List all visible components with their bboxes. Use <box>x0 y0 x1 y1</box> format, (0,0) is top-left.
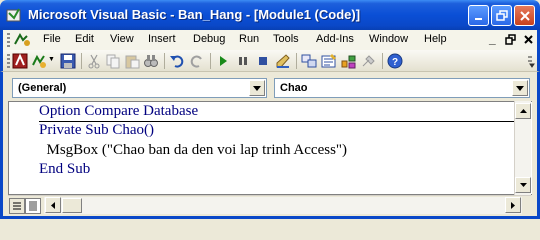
copy-icon[interactable] <box>105 53 121 69</box>
code-line[interactable]: MsgBox ("Chao ban da den voi lap trinh A… <box>39 142 348 159</box>
procedure-combo-dropdown-button[interactable] <box>512 80 528 96</box>
toolbar-separator <box>382 53 383 69</box>
menu-run[interactable]: Run <box>239 33 259 45</box>
code-bottom-bar <box>8 195 531 214</box>
break-icon[interactable] <box>235 53 251 69</box>
close-icon <box>519 10 530 21</box>
code-line[interactable]: End Sub <box>39 161 90 178</box>
menu-grip[interactable] <box>7 33 10 47</box>
run-icon[interactable] <box>215 53 231 69</box>
reset-icon[interactable] <box>255 53 271 69</box>
horizontal-scrollbar[interactable] <box>44 197 522 214</box>
full-module-view-icon <box>29 201 37 211</box>
chevron-down-icon <box>519 183 527 187</box>
object-combo-dropdown-button[interactable] <box>249 80 265 96</box>
toolbar-options-icon[interactable] <box>524 53 540 69</box>
design-mode-icon[interactable] <box>275 53 291 69</box>
minimize-icon <box>474 17 482 20</box>
vba-project-icon[interactable] <box>13 32 31 48</box>
mdi-restore-button[interactable] <box>505 34 517 46</box>
window-title: Microsoft Visual Basic - Ban_Hang - [Mod… <box>28 7 361 22</box>
help-icon[interactable]: ? <box>387 53 403 69</box>
window-border-bottom <box>0 216 540 219</box>
toolbox-icon[interactable] <box>361 53 377 69</box>
object-browser-icon[interactable] <box>341 53 357 69</box>
minimize-button[interactable] <box>468 5 489 26</box>
procedure-view-button[interactable] <box>9 198 25 214</box>
menu-add-ins[interactable]: Add-Ins <box>316 33 354 45</box>
scroll-left-button[interactable] <box>45 197 61 213</box>
menu-tools[interactable]: Tools <box>273 33 299 45</box>
procedure-combo[interactable]: Chao <box>274 78 530 98</box>
object-combo-value: (General) <box>18 82 67 94</box>
maximize-button[interactable] <box>491 5 512 26</box>
menu-bar: File Edit View Insert Debug Run Tools Ad… <box>0 30 540 50</box>
chevron-down-icon <box>516 85 524 91</box>
vb-app-icon <box>6 8 21 22</box>
toolbar-separator <box>210 53 211 69</box>
close-button[interactable] <box>514 5 535 26</box>
find-icon[interactable] <box>143 53 159 69</box>
scroll-up-button[interactable] <box>515 103 531 119</box>
save-icon[interactable] <box>60 53 76 69</box>
standard-toolbar: ▼ ? <box>0 50 540 72</box>
vertical-scrollbar[interactable] <box>514 101 531 195</box>
title-bar[interactable]: Microsoft Visual Basic - Ban_Hang - [Mod… <box>0 0 540 30</box>
properties-icon[interactable] <box>321 53 337 69</box>
full-module-view-button[interactable] <box>25 198 41 214</box>
menu-edit[interactable]: Edit <box>75 33 94 45</box>
restore-icon <box>495 9 508 21</box>
paste-icon[interactable] <box>124 53 140 69</box>
horizontal-scroll-thumb[interactable] <box>62 198 82 213</box>
insert-module-icon[interactable] <box>31 53 47 69</box>
menu-help[interactable]: Help <box>424 33 447 45</box>
redo-icon[interactable] <box>189 53 205 69</box>
object-combo[interactable]: (General) <box>12 78 267 98</box>
menu-file[interactable]: File <box>43 33 61 45</box>
procedure-view-icon <box>13 202 21 210</box>
svg-text:?: ? <box>392 57 398 68</box>
chevron-left-icon <box>51 201 55 209</box>
menu-view[interactable]: View <box>110 33 134 45</box>
undo-icon[interactable] <box>169 53 185 69</box>
window-border-left <box>0 72 3 219</box>
chevron-right-icon <box>511 201 515 209</box>
scroll-down-button[interactable] <box>515 177 531 193</box>
chevron-down-icon <box>253 85 261 91</box>
chevron-up-icon <box>519 109 527 113</box>
scroll-right-button[interactable] <box>505 197 521 213</box>
code-editor[interactable]: Option Compare Database Private Sub Chao… <box>8 101 532 195</box>
mdi-close-button[interactable] <box>523 34 534 45</box>
procedure-combo-value: Chao <box>280 82 308 94</box>
toolbar-separator <box>164 53 165 69</box>
toolbar-separator <box>296 53 297 69</box>
toolbar-separator <box>81 53 82 69</box>
menu-debug[interactable]: Debug <box>193 33 225 45</box>
toolbar-grip[interactable] <box>7 54 10 68</box>
project-explorer-icon[interactable] <box>301 53 317 69</box>
mdi-minimize-button[interactable]: _ <box>489 32 496 46</box>
menu-window[interactable]: Window <box>369 33 408 45</box>
code-line[interactable]: Private Sub Chao() <box>39 122 154 139</box>
menu-insert[interactable]: Insert <box>148 33 176 45</box>
access-icon[interactable] <box>12 53 28 69</box>
code-line[interactable]: Option Compare Database <box>39 103 198 120</box>
cut-icon[interactable] <box>86 53 102 69</box>
